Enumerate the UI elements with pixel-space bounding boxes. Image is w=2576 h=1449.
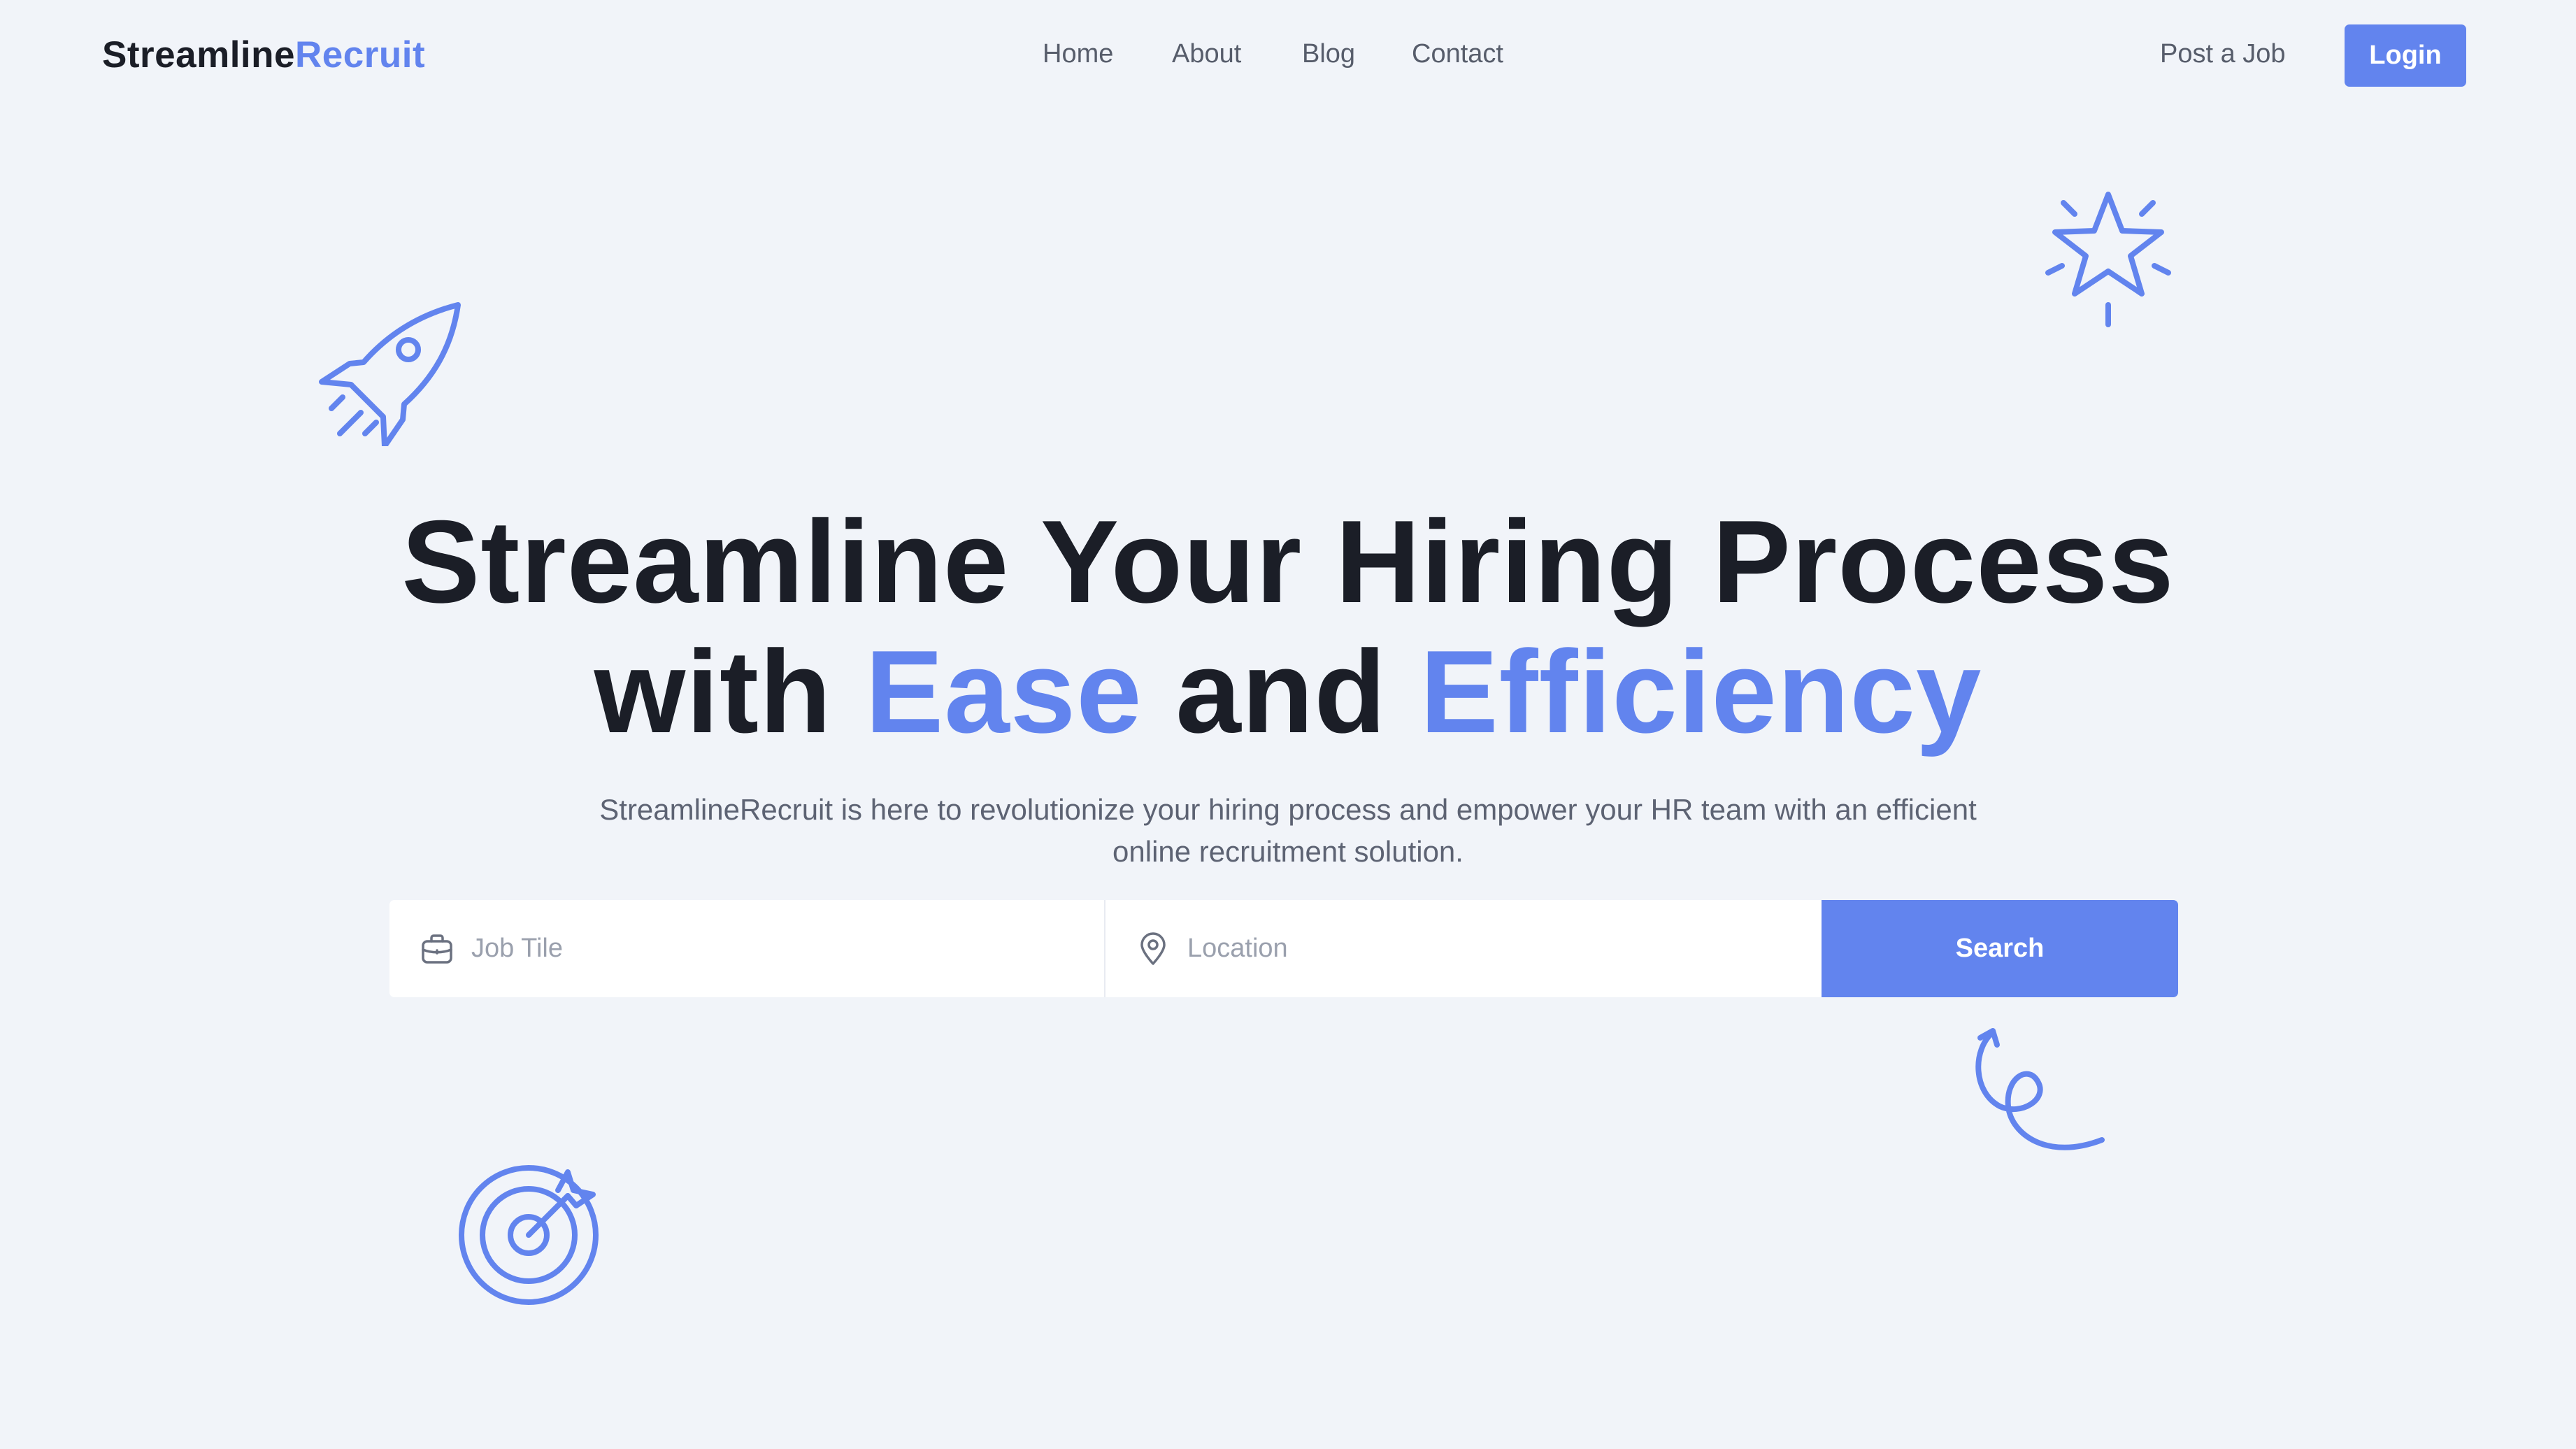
job-title-field[interactable] [389, 900, 1105, 997]
headline-highlight-ease: Ease [865, 626, 1143, 757]
search-button[interactable]: Search [1822, 900, 2178, 997]
login-button[interactable]: Login [2345, 24, 2466, 87]
location-input[interactable] [1186, 933, 1762, 964]
rocket-icon [315, 299, 468, 446]
hero-headline: Streamline Your Hiring Process with Ease… [0, 497, 2576, 757]
briefcase-icon [420, 932, 455, 966]
star-icon [2038, 187, 2178, 334]
map-pin-icon [1136, 932, 1171, 966]
nav-link-blog[interactable]: Blog [1302, 39, 1355, 69]
target-icon [456, 1162, 603, 1309]
post-job-link[interactable]: Post a Job [2160, 39, 2286, 69]
nav-link-contact[interactable]: Contact [1412, 39, 1503, 69]
headline-line1: Streamline Your Hiring Process [401, 496, 2175, 627]
nav-link-about[interactable]: About [1172, 39, 1241, 69]
job-title-input[interactable] [470, 933, 1046, 964]
swirl-arrow-icon [1965, 1022, 2119, 1169]
headline-with: with [594, 626, 832, 757]
nav-link-home[interactable]: Home [1043, 39, 1113, 69]
headline-and: and [1175, 626, 1387, 757]
hero-subtitle: StreamlineRecruit is here to revolutioni… [599, 793, 1977, 868]
headline-highlight-efficiency: Efficiency [1419, 626, 1982, 757]
location-field[interactable] [1105, 900, 1822, 997]
job-search-bar: Search [389, 900, 2178, 997]
